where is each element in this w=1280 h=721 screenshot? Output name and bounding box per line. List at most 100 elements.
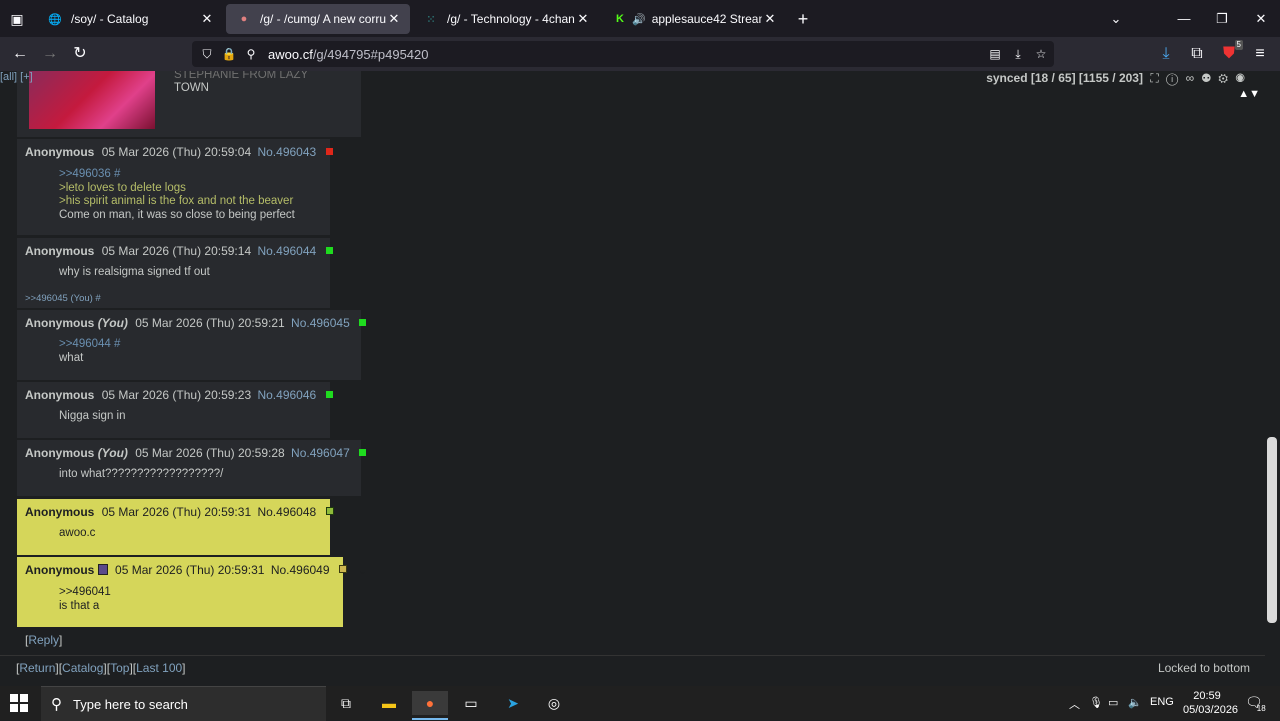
scroll-arrows[interactable]: ▲▼ bbox=[1238, 88, 1260, 100]
post-number-link[interactable]: No.496047 bbox=[291, 446, 350, 460]
terminal-icon[interactable]: ▭ bbox=[459, 691, 483, 715]
obs-icon[interactable]: ◎ bbox=[542, 691, 566, 715]
thread-tool-icons[interactable]: ⛶ ⓘ ∞ ⚉ ⚙ ◉ bbox=[1150, 71, 1247, 85]
new-tab-button[interactable]: + bbox=[792, 8, 814, 30]
poster-id-square bbox=[359, 319, 367, 326]
firefox-view-icon[interactable]: ▣ bbox=[6, 8, 28, 30]
post-body: why is realsigma signed tf out bbox=[59, 266, 210, 280]
poster-id-square bbox=[325, 391, 333, 398]
post-number-link[interactable]: No.496048 bbox=[257, 505, 316, 519]
poster-name: Anonymous bbox=[25, 316, 95, 330]
speaker-icon[interactable]: 🔊 bbox=[632, 13, 646, 26]
restore-window-icon[interactable]: ❐ bbox=[1211, 8, 1233, 30]
app-menu-icon[interactable]: ≡ bbox=[1248, 43, 1272, 65]
save-page-icon[interactable]: ⤓ bbox=[1009, 45, 1027, 63]
post-text-line: why is realsigma signed tf out bbox=[59, 266, 210, 278]
quote-link[interactable]: >>496044 # bbox=[59, 338, 120, 352]
address-bar[interactable]: ⛉ 🔒 ⚲ awoo.cf/g/494795#p495420 ▤ ⤓ ☆ bbox=[192, 41, 1054, 67]
tracking-protection-shield-icon[interactable]: ⛉ bbox=[198, 45, 216, 63]
telegram-icon[interactable]: ➤ bbox=[501, 691, 525, 715]
quote-link[interactable]: >>496036 # bbox=[59, 168, 295, 182]
minimize-window-icon[interactable]: — bbox=[1173, 8, 1195, 30]
post-number-link[interactable]: No.496044 bbox=[257, 244, 316, 258]
taskbar-search-box[interactable]: ⚲ Type here to search bbox=[41, 686, 326, 721]
poster-name: Anonymous bbox=[25, 388, 95, 402]
close-tab-icon[interactable]: ✕ bbox=[762, 11, 778, 27]
post-body: awoo.c bbox=[59, 527, 95, 541]
poster-name: Anonymous bbox=[25, 505, 95, 519]
top-link[interactable]: Top bbox=[110, 661, 129, 675]
lock-icon[interactable]: 🔒 bbox=[220, 45, 238, 63]
last-100-link[interactable]: Last 100 bbox=[136, 661, 182, 675]
board-filter-links[interactable]: [all] [+] bbox=[0, 71, 33, 83]
language-indicator[interactable]: ENG bbox=[1150, 696, 1174, 708]
kick-favicon-icon: K bbox=[616, 13, 624, 25]
permissions-icon[interactable]: ⚲ bbox=[242, 45, 260, 63]
locked-to-bottom-status[interactable]: Locked to bottom bbox=[1158, 661, 1250, 675]
poster-id-square bbox=[325, 507, 334, 515]
catalog-link[interactable]: Catalog bbox=[62, 661, 103, 675]
post-text-line: Come on man, it was so close to being pe… bbox=[59, 208, 295, 221]
post-date: 05 Mar 2026 (Thu) 20:59:31 bbox=[115, 563, 265, 577]
close-tab-icon[interactable]: ✕ bbox=[199, 11, 215, 27]
list-all-tabs-icon[interactable]: ⌄ bbox=[1105, 8, 1127, 30]
reader-view-icon[interactable]: ▤ bbox=[986, 45, 1004, 63]
tab-title: /soy/ - Catalog bbox=[71, 12, 149, 26]
down-arrow-icon[interactable]: ▼ bbox=[1249, 88, 1260, 100]
microphone-icon[interactable]: 🎙 bbox=[1089, 696, 1103, 709]
post-number-link[interactable]: No.496046 bbox=[257, 388, 316, 402]
downloads-icon[interactable]: ⤓ bbox=[1154, 43, 1178, 65]
up-arrow-icon[interactable]: ▲ bbox=[1238, 88, 1249, 100]
post-body: >>496041 is that a bbox=[59, 586, 111, 613]
reply-link[interactable]: [Reply] bbox=[25, 633, 62, 647]
system-clock[interactable]: 20:59 05/03/2026 bbox=[1183, 689, 1238, 717]
poster-id-square bbox=[338, 565, 347, 573]
soy-favicon-icon: 🌐 bbox=[48, 13, 62, 26]
file-explorer-icon[interactable]: ▬ bbox=[377, 691, 401, 715]
post-menu-chevron-icon[interactable]: ⌄ bbox=[358, 566, 366, 577]
tab-stream[interactable]: K 🔊 applesauce42 Stream - Wat ✕ bbox=[602, 4, 786, 34]
post-header: Anonymous 05 Mar 2026 (Thu) 20:59:31 No.… bbox=[25, 563, 367, 577]
close-tab-icon[interactable]: ✕ bbox=[575, 11, 591, 27]
show-hidden-icons-chevron-icon[interactable]: ︿ bbox=[1069, 696, 1080, 712]
search-placeholder: Type here to search bbox=[73, 697, 188, 712]
page-scrollbar[interactable] bbox=[1265, 71, 1280, 686]
extensions-icon[interactable]: ⧉ bbox=[1185, 43, 1209, 65]
tab-cumg-thread[interactable]: ● /g/ - /cumg/ A new corrupted b ✕ bbox=[226, 4, 410, 34]
tab-title: applesauce42 Stream - Wat bbox=[651, 12, 762, 26]
post-number-link[interactable]: No.496049 bbox=[271, 563, 330, 577]
close-window-icon[interactable]: ✕ bbox=[1250, 8, 1272, 30]
close-tab-icon[interactable]: ✕ bbox=[386, 11, 402, 27]
tab-soy-catalog[interactable]: 🌐 /soy/ - Catalog ✕ bbox=[37, 4, 223, 34]
notifications-icon[interactable]: 🗨18 bbox=[1245, 694, 1272, 713]
post-date: 05 Mar 2026 (Thu) 20:59:04 bbox=[101, 145, 252, 159]
post-text-line: is that a bbox=[59, 599, 100, 612]
url-text[interactable]: awoo.cf/g/494795#p495420 bbox=[268, 47, 429, 62]
reload-button[interactable]: ↻ bbox=[68, 43, 92, 65]
you-marker: (You) bbox=[97, 316, 128, 330]
post-date: 05 Mar 2026 (Thu) 20:59:14 bbox=[101, 244, 252, 258]
backlink[interactable]: >>496045 (You) # bbox=[25, 293, 101, 304]
post-text-line: what bbox=[59, 351, 84, 364]
post-date: 05 Mar 2026 (Thu) 20:59:31 bbox=[101, 505, 252, 519]
task-view-icon[interactable]: ⧉ bbox=[334, 691, 358, 715]
you-marker: (You) bbox=[97, 446, 128, 460]
scrollbar-thumb[interactable] bbox=[1267, 437, 1277, 623]
post-number-link[interactable]: No.496045 bbox=[291, 316, 350, 330]
post-header: Anonymous (You) 05 Mar 2026 (Thu) 20:59:… bbox=[25, 446, 367, 460]
tab-4chan-g[interactable]: ⁙ /g/ - Technology - 4chan ✕ bbox=[413, 4, 599, 34]
forward-button[interactable]: → bbox=[38, 43, 62, 65]
thread-stats: synced [18 / 65] [1155 / 203] ⛶ ⓘ ∞ ⚉ ⚙ … bbox=[986, 71, 1247, 86]
post-text-line: Nigga sign in bbox=[59, 410, 126, 422]
back-button[interactable]: ← bbox=[8, 43, 32, 65]
return-link[interactable]: Return bbox=[19, 661, 55, 675]
notification-count: 18 bbox=[1256, 704, 1266, 713]
network-icon[interactable]: ▭ bbox=[1108, 696, 1118, 709]
bookmark-star-icon[interactable]: ☆ bbox=[1032, 45, 1050, 63]
post-number-link[interactable]: No.496043 bbox=[257, 145, 316, 159]
ublock-icon[interactable]: ⛊ 5 bbox=[1217, 40, 1243, 65]
volume-muted-icon[interactable]: 🔈 bbox=[1128, 696, 1142, 709]
firefox-taskbar-icon[interactable]: ● bbox=[412, 691, 448, 715]
thread-header-bar: [all] [+] synced [18 / 65] [1155 / 203] … bbox=[0, 71, 1265, 85]
windows-start-icon[interactable] bbox=[10, 694, 28, 712]
